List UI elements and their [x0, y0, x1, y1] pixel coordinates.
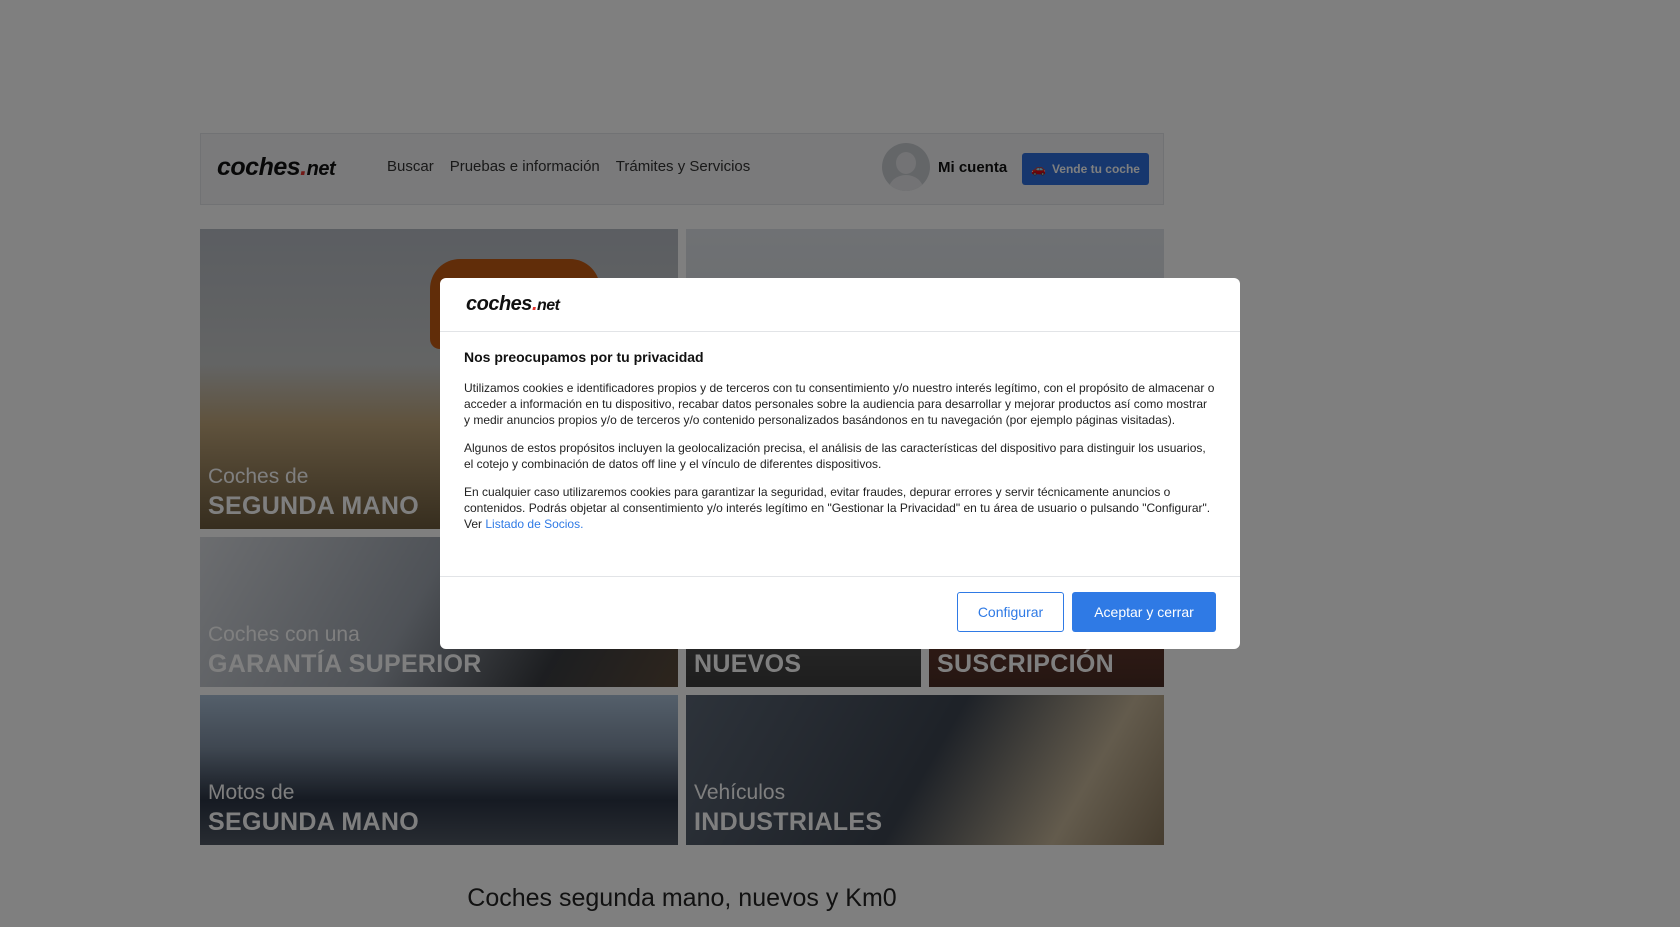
accept-button[interactable]: Aceptar y cerrar [1072, 592, 1216, 632]
modal-footer: Configurar Aceptar y cerrar [440, 576, 1240, 649]
privacy-paragraph-2: Algunos de estos propósitos incluyen la … [464, 441, 1206, 471]
modal-header: coches.net [440, 278, 1240, 332]
logo-suffix: net [537, 297, 560, 314]
modal-title: Nos preocupamos por tu privacidad [464, 349, 704, 365]
privacy-modal: coches.net Nos preocupamos por tu privac… [440, 278, 1240, 649]
privacy-paragraph-1: Utilizamos cookies e identificadores pro… [464, 381, 1215, 427]
logo-text: coches [466, 293, 532, 315]
configure-button[interactable]: Configurar [957, 592, 1064, 632]
partners-list-link[interactable]: Listado de Socios. [485, 517, 583, 531]
privacy-paragraph-3: En cualquier caso utilizaremos cookies p… [464, 484, 1216, 532]
modal-logo: coches.net [466, 293, 560, 316]
modal-body: Nos preocupamos por tu privacidad Utiliz… [440, 332, 1240, 532]
